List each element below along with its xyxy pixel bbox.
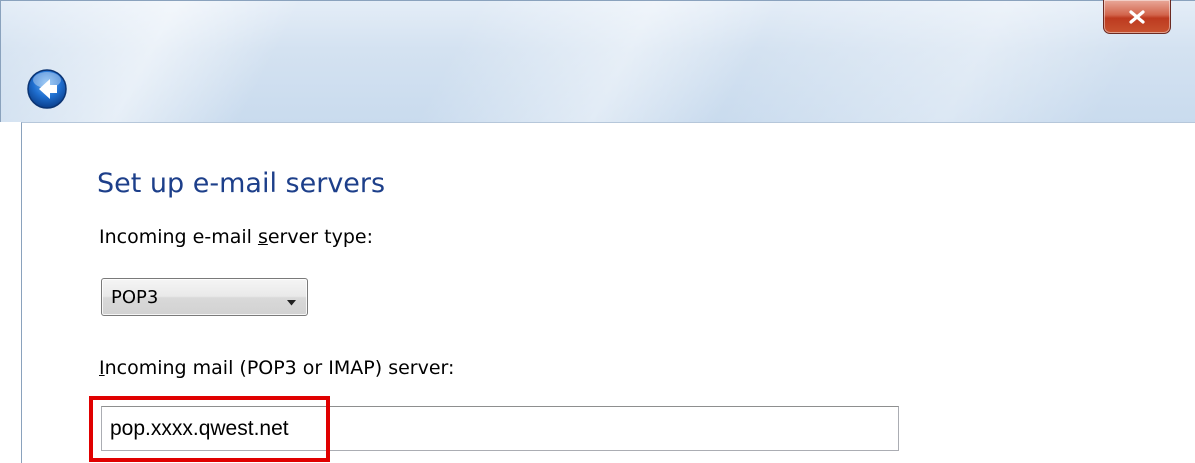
content-panel: Set up e-mail servers Incoming e-mail se…: [21, 122, 1195, 463]
close-icon: [1128, 9, 1146, 24]
close-button[interactable]: [1103, 0, 1171, 34]
chevron-down-icon: [287, 293, 296, 311]
incoming-server-label: Incoming mail (POP3 or IMAP) server:: [99, 357, 455, 379]
incoming-server-type-label: Incoming e-mail server type:: [99, 226, 373, 248]
server-type-value: POP3: [111, 287, 159, 308]
titlebar: [0, 0, 1195, 122]
incoming-server-input[interactable]: pop.xxxx.qwest.net: [101, 406, 899, 451]
back-button[interactable]: [26, 68, 68, 110]
incoming-server-value: pop.xxxx.qwest.net: [110, 417, 289, 440]
back-arrow-icon: [26, 69, 68, 114]
server-type-select[interactable]: POP3: [101, 278, 308, 316]
page-title: Set up e-mail servers: [97, 168, 386, 199]
dialog-window: Set up e-mail servers Incoming e-mail se…: [0, 0, 1195, 463]
